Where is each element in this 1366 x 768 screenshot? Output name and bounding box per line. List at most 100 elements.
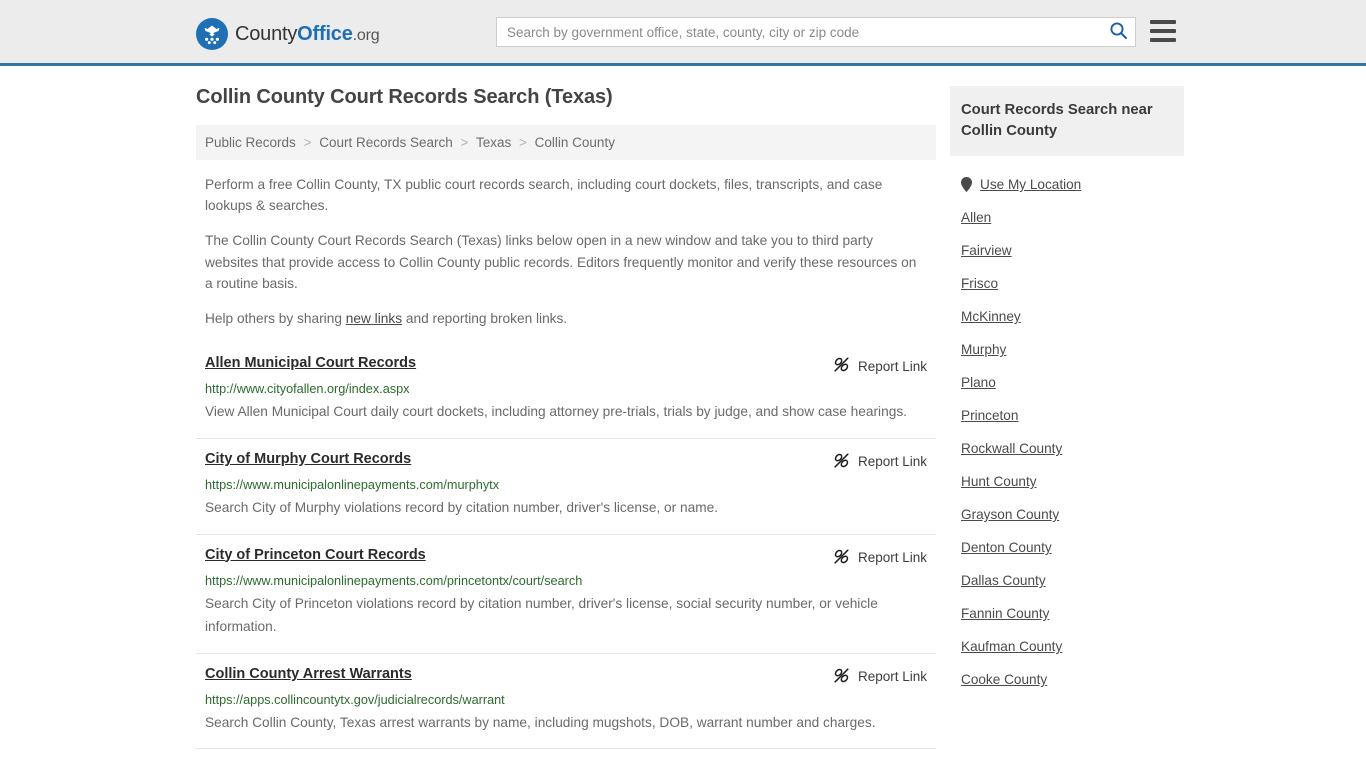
- breadcrumb-separator: >: [460, 135, 469, 150]
- broken-link-icon: [833, 667, 850, 687]
- sidebar-nearby-item[interactable]: Grayson County: [950, 498, 1184, 531]
- new-links-link[interactable]: new links: [346, 311, 402, 326]
- sidebar-nearby-item[interactable]: Fannin County: [950, 597, 1184, 630]
- court-records-link-item: Collin County Arrest Warrants Report Lin…: [196, 654, 936, 750]
- report-link-button[interactable]: Report Link: [833, 548, 927, 568]
- site-logo[interactable]: CountyOffice.org: [196, 18, 380, 50]
- sidebar-nearby-link[interactable]: Allen: [961, 210, 991, 225]
- intro-p3-before: Help others by sharing: [205, 311, 346, 327]
- sidebar-nearby-link[interactable]: Murphy: [961, 342, 1006, 357]
- link-item-title[interactable]: Allen Municipal Court Records: [205, 355, 416, 371]
- link-item-header-row: City of Princeton Court Records Report L…: [205, 547, 927, 568]
- report-link-label: Report Link: [857, 358, 927, 374]
- sidebar-nearby-item[interactable]: McKinney: [950, 300, 1184, 333]
- sidebar-nearby-link[interactable]: Fairview: [961, 243, 1012, 258]
- link-item-description: Search Collin County, Texas arrest warra…: [205, 714, 876, 730]
- link-item-header-row: Collin County Arrest Warrants Report Lin…: [205, 666, 927, 687]
- sidebar-nearby-item[interactable]: Plano: [950, 366, 1184, 399]
- sidebar-nearby-link[interactable]: Dallas County: [961, 573, 1046, 588]
- sidebar-nearby-link[interactable]: Rockwall County: [961, 441, 1062, 456]
- sidebar-nearby-link[interactable]: Grayson County: [961, 507, 1059, 522]
- report-link-button[interactable]: Report Link: [833, 667, 927, 687]
- intro-paragraph-3: Help others by sharing new links and rep…: [196, 308, 936, 329]
- map-pin-icon: [961, 177, 972, 192]
- sidebar-nearby-item[interactable]: Cooke County: [950, 663, 1184, 696]
- sidebar-nearby-link[interactable]: Frisco: [961, 276, 998, 291]
- sidebar-nearby-link[interactable]: McKinney: [961, 309, 1021, 324]
- intro-paragraph-1: Perform a free Collin County, TX public …: [205, 177, 883, 214]
- sidebar: Court Records Search near Collin County …: [950, 86, 1184, 749]
- link-item-header-row: Allen Municipal Court Records Report Lin…: [205, 355, 927, 376]
- breadcrumb-separator: >: [519, 135, 527, 150]
- search-input[interactable]: [497, 18, 1101, 46]
- site-header: CountyOffice.org: [0, 0, 1366, 66]
- sidebar-nearby-item[interactable]: Kaufman County: [950, 630, 1184, 663]
- sidebar-nearby-item[interactable]: Frisco: [950, 267, 1184, 300]
- breadcrumb-item-texas[interactable]: Texas: [476, 135, 511, 150]
- sidebar-nearby-item[interactable]: Rockwall County: [950, 432, 1184, 465]
- court-records-link-item: City of Murphy Court Records Report Link…: [196, 439, 936, 535]
- report-link-button[interactable]: Report Link: [833, 356, 927, 376]
- sidebar-nearby-item[interactable]: Hunt County: [950, 465, 1184, 498]
- logo-text-office: Office: [297, 22, 353, 45]
- court-records-link-item: Allen Municipal Court Records Report Lin…: [196, 343, 936, 439]
- broken-link-icon: [833, 548, 850, 568]
- breadcrumb-item-collin-county[interactable]: Collin County: [535, 135, 615, 150]
- page-body: Collin County Court Records Search (Texa…: [0, 66, 1366, 750]
- breadcrumb: Public Records > Court Records Search > …: [196, 125, 936, 160]
- logo-text-tld: .org: [352, 26, 380, 44]
- sidebar-nearby-link[interactable]: Denton County: [961, 540, 1052, 555]
- sidebar-nearby-link[interactable]: Plano: [961, 375, 996, 390]
- sidebar-nearby-item[interactable]: Denton County: [950, 531, 1184, 564]
- hamburger-bar-2: [1150, 29, 1176, 33]
- search-icon: [1109, 21, 1128, 43]
- report-link-label: Report Link: [857, 550, 927, 566]
- breadcrumb-separator: >: [303, 135, 312, 150]
- logo-wordmark: CountyOffice.org: [235, 22, 380, 46]
- sidebar-nearby-link[interactable]: Fannin County: [961, 606, 1049, 621]
- eagle-seal-logo-icon: [196, 18, 228, 50]
- link-item-header-row: City of Murphy Court Records Report Link: [205, 451, 927, 472]
- link-item-url[interactable]: http://www.cityofallen.org/index.aspx: [205, 382, 927, 396]
- sidebar-nearby-item[interactable]: Fairview: [950, 234, 1184, 267]
- sidebar-nearby-item[interactable]: Murphy: [950, 333, 1184, 366]
- breadcrumb-item-court-records-search[interactable]: Court Records Search: [319, 135, 453, 150]
- sidebar-nearby-list: Use My Location Allen Fairview Frisco Mc…: [950, 156, 1184, 696]
- broken-link-icon: [833, 452, 850, 472]
- link-item-url[interactable]: https://www.municipalonlinepayments.com/…: [205, 478, 927, 492]
- hamburger-bar-1: [1150, 20, 1176, 24]
- link-item-description: Search City of Princeton violations reco…: [205, 595, 878, 635]
- link-item-description: View Allen Municipal Court daily court d…: [205, 404, 907, 420]
- logo-text-county: County: [235, 22, 298, 45]
- main-content: Collin County Court Records Search (Texa…: [196, 86, 936, 750]
- sidebar-nearby-link[interactable]: Hunt County: [961, 474, 1037, 489]
- intro-paragraph-2: The Collin County Court Records Search (…: [205, 233, 917, 291]
- sidebar-nearby-link[interactable]: Princeton: [961, 408, 1018, 423]
- report-link-button[interactable]: Report Link: [833, 452, 927, 472]
- link-item-title[interactable]: Collin County Arrest Warrants: [205, 666, 412, 682]
- report-link-label: Report Link: [857, 669, 927, 685]
- search-button[interactable]: [1101, 18, 1135, 46]
- sidebar-nearby-item[interactable]: Princeton: [950, 399, 1184, 432]
- use-my-location-label[interactable]: Use My Location: [980, 177, 1081, 192]
- link-item-title[interactable]: City of Murphy Court Records: [205, 451, 411, 467]
- page-title: Collin County Court Records Search (Texa…: [196, 86, 613, 108]
- link-item-url[interactable]: https://apps.collincountytx.gov/judicial…: [205, 693, 927, 707]
- court-records-link-list: Allen Municipal Court Records Report Lin…: [196, 343, 936, 750]
- broken-link-icon: [833, 356, 850, 376]
- intro-text: Perform a free Collin County, TX public …: [196, 174, 936, 329]
- sidebar-nearby-link[interactable]: Kaufman County: [961, 639, 1062, 654]
- link-item-title[interactable]: City of Princeton Court Records: [205, 547, 426, 563]
- hamburger-bar-3: [1150, 38, 1176, 42]
- hamburger-menu-button[interactable]: [1150, 20, 1176, 42]
- sidebar-item-use-my-location[interactable]: Use My Location: [950, 168, 1184, 201]
- report-link-label: Report Link: [857, 454, 927, 470]
- search-bar[interactable]: [496, 17, 1136, 47]
- sidebar-nearby-item[interactable]: Dallas County: [950, 564, 1184, 597]
- intro-p3-after: and reporting broken links.: [402, 311, 568, 327]
- link-item-url[interactable]: https://www.municipalonlinepayments.com/…: [205, 574, 927, 588]
- breadcrumb-item-public-records[interactable]: Public Records: [205, 135, 296, 150]
- link-item-description: Search City of Murphy violations record …: [205, 499, 719, 515]
- sidebar-nearby-link[interactable]: Cooke County: [961, 672, 1047, 687]
- sidebar-nearby-item[interactable]: Allen: [950, 201, 1184, 234]
